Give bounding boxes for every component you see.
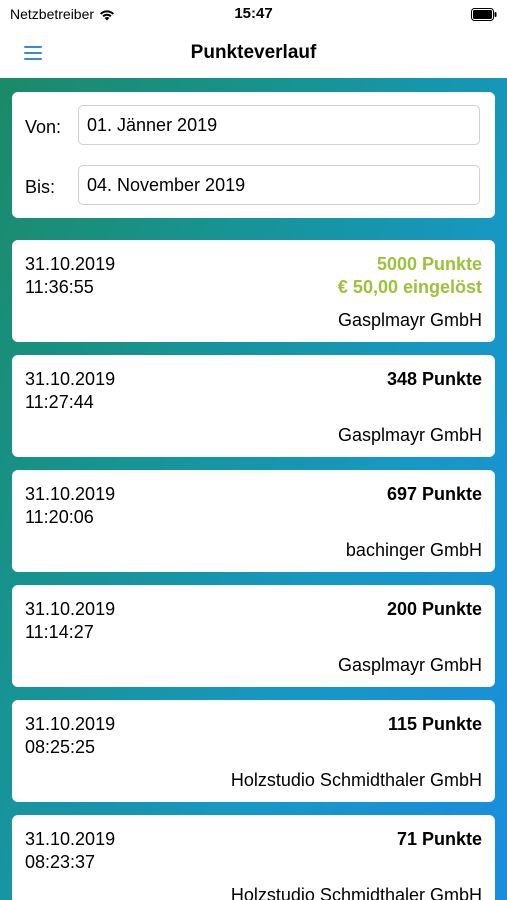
entry-company: Gasplmayr GmbH bbox=[337, 425, 482, 445]
entry-points: 115 Punkte bbox=[387, 714, 482, 734]
entry-date: 31.10.2019 bbox=[25, 369, 116, 389]
entry-time: 11:36:55 bbox=[25, 277, 94, 297]
history-entry[interactable]: 31.10.2019 08:25:25 115 Punkte Holzstudi… bbox=[12, 700, 495, 802]
entry-time: 08:25:25 bbox=[25, 737, 96, 757]
history-entry[interactable]: 31.10.2019 11:20:06 697 Punkte bachinger… bbox=[12, 470, 495, 572]
entry-company: bachinger GmbH bbox=[345, 540, 482, 560]
date-filter-card: Von: 01. Jänner 2019 Bis: 04. November 2… bbox=[12, 92, 495, 218]
content-area[interactable]: Von: 01. Jänner 2019 Bis: 04. November 2… bbox=[0, 78, 507, 900]
entry-points: 200 Punkte bbox=[386, 599, 482, 619]
to-date-field[interactable]: 04. November 2019 bbox=[78, 165, 480, 205]
entry-date: 31.10.2019 bbox=[25, 484, 116, 504]
status-bar: Netzbetreiber 15:47 bbox=[0, 0, 507, 30]
from-date-field[interactable]: 01. Jänner 2019 bbox=[78, 105, 480, 145]
navigation-bar: Punkteverlauf bbox=[0, 30, 507, 78]
entry-time: 11:27:44 bbox=[25, 392, 94, 412]
to-date-row: Bis: 04. November 2019 bbox=[12, 165, 495, 209]
entry-points: 5000 Punkte bbox=[376, 254, 482, 274]
entry-time: 11:14:27 bbox=[25, 622, 94, 642]
history-entry[interactable]: 31.10.2019 11:36:55 5000 Punkte € 50,00 … bbox=[12, 240, 495, 342]
entry-points: 348 Punkte bbox=[386, 369, 482, 389]
entry-company: Gasplmayr GmbH bbox=[337, 655, 482, 675]
entry-time: 11:20:06 bbox=[25, 507, 94, 527]
history-entry[interactable]: 31.10.2019 08:23:37 71 Punkte Holzstudio… bbox=[12, 815, 495, 900]
entry-points: 71 Punkte bbox=[396, 829, 482, 849]
from-date-row: Von: 01. Jänner 2019 bbox=[12, 105, 495, 149]
status-time: 15:47 bbox=[234, 5, 273, 22]
entry-company: Holzstudio Schmidthaler GmbH bbox=[230, 885, 482, 900]
from-date-label: Von: bbox=[25, 117, 62, 137]
history-entry[interactable]: 31.10.2019 11:27:44 348 Punkte Gasplmayr… bbox=[12, 355, 495, 457]
entry-points: 697 Punkte bbox=[386, 484, 482, 504]
entry-date: 31.10.2019 bbox=[25, 714, 116, 734]
entry-date: 31.10.2019 bbox=[25, 254, 116, 274]
page-title: Punkteverlauf bbox=[190, 42, 317, 63]
battery-icon bbox=[471, 8, 497, 21]
to-date-label: Bis: bbox=[25, 177, 56, 197]
entry-company: Holzstudio Schmidthaler GmbH bbox=[230, 770, 482, 790]
entry-company: Gasplmayr GmbH bbox=[337, 310, 482, 330]
entry-date: 31.10.2019 bbox=[25, 829, 116, 849]
entry-time: 08:23:37 bbox=[25, 852, 96, 872]
history-entry[interactable]: 31.10.2019 11:14:27 200 Punkte Gasplmayr… bbox=[12, 585, 495, 687]
entry-redeemed-amount: € 50,00 eingelöst bbox=[337, 277, 482, 297]
entry-date: 31.10.2019 bbox=[25, 599, 116, 619]
